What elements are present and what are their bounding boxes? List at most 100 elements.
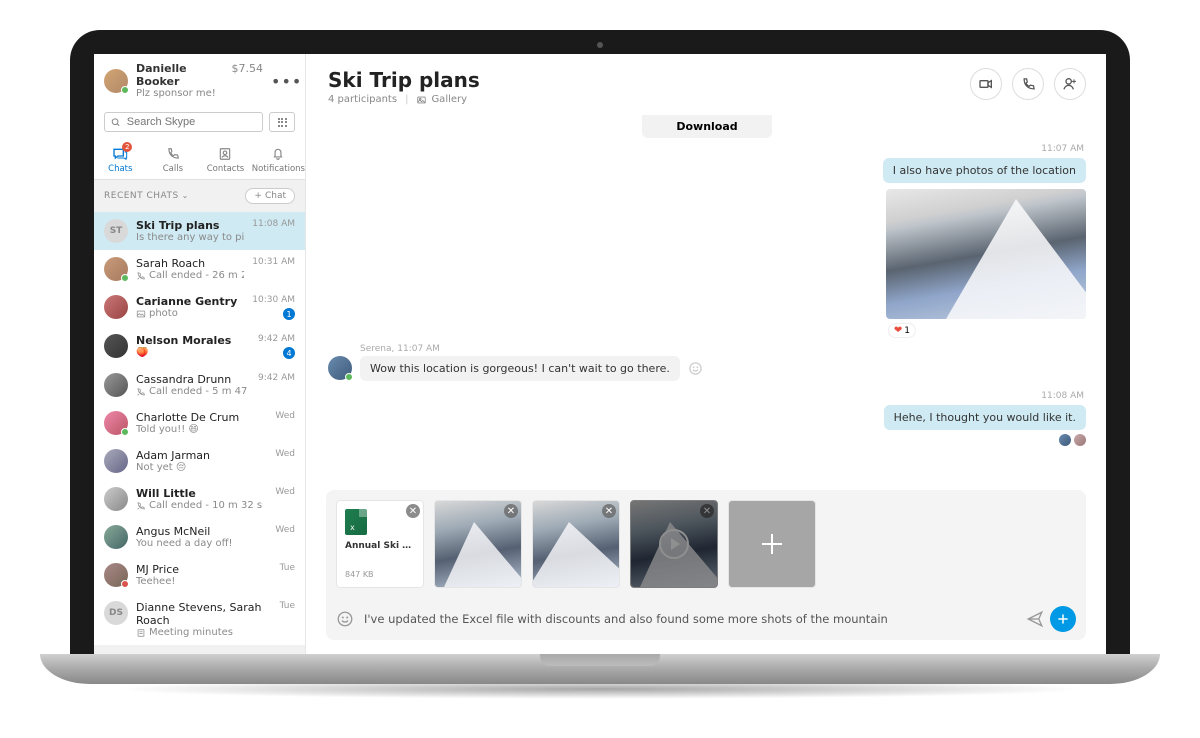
plus-icon: [1056, 612, 1070, 626]
heart-icon: ❤: [894, 325, 902, 336]
chat-preview: Not yet 😔: [136, 462, 267, 473]
chat-list-item[interactable]: Cassandra DrunnCall ended - 5 m 47 s9:42…: [94, 366, 305, 404]
reaction-count: 1: [904, 326, 910, 336]
message-bubble-out: I also have photos of the location: [883, 158, 1086, 183]
unread-badge: 4: [283, 347, 295, 359]
chat-list-item[interactable]: Angus McNeilYou need a day off!Wed: [94, 518, 305, 556]
chat-list-item[interactable]: Adam JarmanNot yet 😔Wed: [94, 442, 305, 480]
chat-preview: photo: [136, 308, 244, 319]
chat-preview: Meeting minutes: [136, 627, 272, 638]
chat-preview: You need a day off!: [136, 538, 267, 549]
chat-time: 11:08 AM: [252, 219, 295, 229]
bell-icon: [252, 146, 305, 162]
chat-time: 10:30 AM: [252, 295, 295, 305]
avatar: [104, 411, 128, 435]
tab-contacts[interactable]: Contacts: [199, 140, 252, 179]
remove-attachment-icon[interactable]: ✕: [406, 504, 420, 518]
seen-avatar: [1074, 434, 1086, 446]
chat-time: Wed: [275, 449, 295, 459]
compose-input[interactable]: I've updated the Excel file with discoun…: [364, 612, 888, 626]
dialpad-button[interactable]: [269, 112, 295, 132]
conversation-title: Ski Trip plans: [328, 68, 480, 92]
remove-attachment-icon[interactable]: ✕: [602, 504, 616, 518]
self-avatar[interactable]: [104, 69, 128, 93]
chat-name: Nelson Morales: [136, 334, 250, 347]
chat-name: MJ Price: [136, 563, 272, 576]
message-bubble-out: Hehe, I thought you would like it.: [884, 405, 1086, 430]
conversation-pane: Ski Trip plans 4 participants | Gallery: [306, 54, 1106, 654]
tab-calls[interactable]: Calls: [147, 140, 200, 179]
photo-attachment[interactable]: [886, 189, 1086, 319]
sender-avatar[interactable]: [328, 356, 352, 380]
sidebar: Danielle Booker $7.54 Plz sponsor me! ••…: [94, 54, 306, 654]
attachment-file[interactable]: ✕ Annual Ski Trip… 847 KB: [336, 500, 424, 588]
remove-attachment-icon[interactable]: ✕: [504, 504, 518, 518]
tab-chats[interactable]: 2 Chats: [94, 140, 147, 179]
chat-list-item[interactable]: Nelson Morales🍑 9:42 AM 4: [94, 327, 305, 366]
chat-name: Will Little: [136, 487, 267, 500]
message-author-time: Serena, 11:07 AM: [360, 344, 703, 354]
reaction-pill[interactable]: ❤ 1: [888, 323, 916, 338]
send-icon[interactable]: [1026, 610, 1044, 628]
chat-list-item[interactable]: Carianne Gentryphoto 10:30 AM 1: [94, 288, 305, 327]
add-attachment-button[interactable]: [728, 500, 816, 588]
search-input[interactable]: [127, 116, 256, 128]
chat-list-item[interactable]: Will LittleCall ended - 10 m 32 sWed: [94, 480, 305, 518]
gallery-link[interactable]: Gallery: [416, 94, 467, 105]
chat-name: Dianne Stevens, Sarah Roach: [136, 601, 272, 627]
remove-attachment-icon[interactable]: ✕: [700, 504, 714, 518]
chat-preview: Told you!! 😄: [136, 424, 267, 435]
attachment-image[interactable]: ✕: [434, 500, 522, 588]
self-header: Danielle Booker $7.54 Plz sponsor me! ••…: [94, 54, 305, 108]
chat-name: Charlotte De Crum: [136, 411, 267, 424]
send-button[interactable]: [1050, 606, 1076, 632]
search-box[interactable]: [104, 112, 263, 132]
unread-badge: 1: [283, 308, 295, 320]
attachment-image[interactable]: ✕: [532, 500, 620, 588]
chat-preview: Call ended - 5 m 47 s: [136, 386, 250, 397]
download-button[interactable]: Download: [642, 115, 772, 138]
chat-time: 9:42 AM: [258, 334, 295, 344]
seen-avatar: [1059, 434, 1071, 446]
chat-list-item[interactable]: Sarah RoachCall ended - 26 m 23 s 10:31 A…: [94, 250, 305, 288]
phone-icon: [1021, 77, 1036, 92]
attachment-filename: Annual Ski Trip…: [345, 541, 415, 551]
chevron-down-icon: ⌄: [182, 191, 189, 200]
participants-count[interactable]: 4 participants: [328, 94, 397, 105]
attachment-filesize: 847 KB: [345, 570, 415, 579]
chat-preview: 🍑: [136, 347, 250, 358]
chat-list-item[interactable]: STSki Trip plansIs there any way to pin …: [94, 212, 305, 250]
emoji-picker-button[interactable]: [336, 610, 354, 628]
avatar: DS: [104, 601, 128, 625]
attachment-tray: ✕ Annual Ski Trip… 847 KB ✕ ✕ ✕: [326, 490, 1086, 598]
contacts-icon: [199, 146, 252, 162]
audio-call-button[interactable]: [1012, 68, 1044, 100]
chat-list-item[interactable]: DS Dianne Stevens, Sarah RoachMeeting min…: [94, 594, 305, 645]
tab-notifications[interactable]: Notifications: [252, 140, 305, 179]
chat-name: Angus McNeil: [136, 525, 267, 538]
new-chat-button[interactable]: +Chat: [245, 188, 295, 204]
chat-name: Sarah Roach: [136, 257, 244, 270]
add-participant-button[interactable]: [1054, 68, 1086, 100]
chat-time: 10:31 AM: [252, 257, 295, 267]
more-icon[interactable]: •••: [271, 72, 295, 91]
avatar: [104, 449, 128, 473]
chat-name: Cassandra Drunn: [136, 373, 250, 386]
chat-name: Carianne Gentry: [136, 295, 244, 308]
chat-name: Ski Trip plans: [136, 219, 244, 232]
sidebar-tabs: 2 Chats Calls Contacts Notifications: [94, 140, 305, 180]
search-icon: [111, 117, 121, 128]
chat-list-item[interactable]: Charlotte De CrumTold you!! 😄Wed: [94, 404, 305, 442]
avatar: ST: [104, 219, 128, 243]
react-button[interactable]: [688, 361, 703, 376]
chat-preview: Teehee!: [136, 576, 272, 587]
add-person-icon: [1062, 76, 1078, 92]
attachment-video[interactable]: ✕: [630, 500, 718, 588]
self-name: Danielle Booker: [136, 62, 226, 88]
chat-list-item[interactable]: MJ PriceTeehee!Tue: [94, 556, 305, 594]
chat-time: Wed: [275, 487, 295, 497]
chat-preview: Call ended - 26 m 23 s: [136, 270, 244, 281]
video-call-button[interactable]: [970, 68, 1002, 100]
gallery-icon: [416, 95, 427, 105]
recent-chats-label[interactable]: RECENT CHATS ⌄: [104, 191, 188, 201]
